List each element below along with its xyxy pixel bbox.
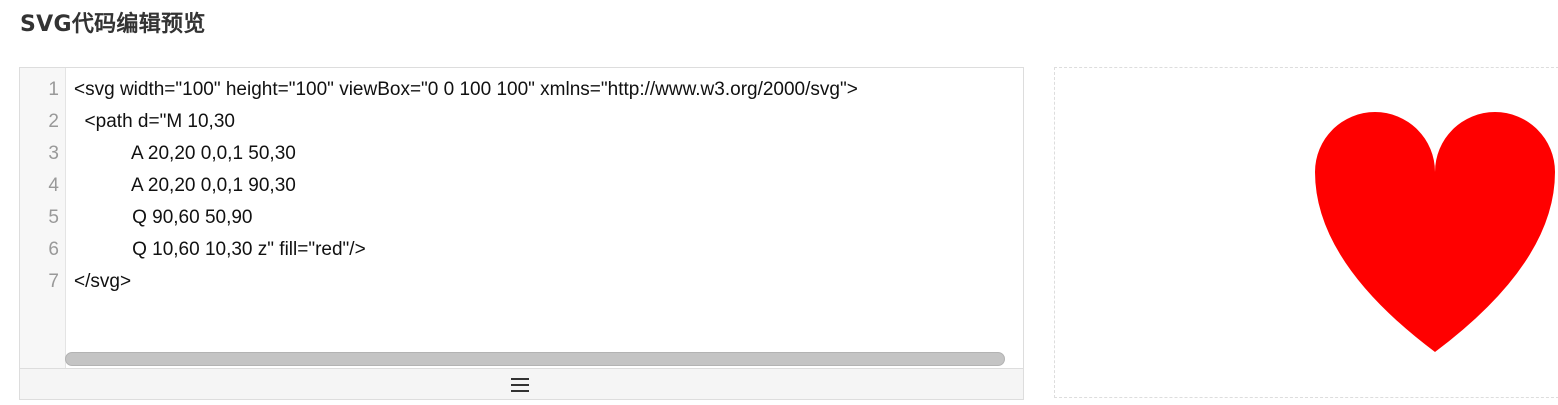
line-number: 7 [48, 271, 59, 292]
code-line-6[interactable]: Q 10,60 10,30 z" fill="red"/> [74, 234, 366, 266]
code-text-area[interactable]: <svg width="100" height="100" viewBox="0… [74, 68, 1023, 368]
line-number: 2 [48, 111, 59, 132]
line-number: 4 [48, 175, 59, 196]
line-number-gutter: 1 2 3 4 5 6 7 [20, 68, 66, 368]
line-number: 1 [48, 79, 59, 100]
code-line-4[interactable]: A 20,20 0,0,1 90,30 [74, 170, 296, 202]
svg-preview-panel [1054, 67, 1558, 398]
code-line-7[interactable]: </svg> [74, 266, 131, 298]
editor-resize-handle[interactable] [20, 368, 1023, 399]
code-line-1[interactable]: <svg width="100" height="100" viewBox="0… [74, 74, 858, 106]
line-number: 5 [48, 207, 59, 228]
code-line-5[interactable]: Q 90,60 50,90 [74, 202, 252, 234]
line-number: 3 [48, 143, 59, 164]
heart-shape [1315, 112, 1555, 352]
code-line-3[interactable]: A 20,20 0,0,1 50,30 [74, 138, 296, 170]
horizontal-scrollbar[interactable] [65, 352, 1005, 366]
code-line-2[interactable]: <path d="M 10,30 [74, 106, 235, 138]
code-editor[interactable]: 1 2 3 4 5 6 7 <svg width="100" height="1… [19, 67, 1024, 400]
page-title: SVG代码编辑预览 [20, 12, 206, 37]
scrollbar-thumb[interactable] [65, 352, 1005, 366]
menu-icon[interactable] [511, 378, 529, 392]
line-number: 6 [48, 239, 59, 260]
